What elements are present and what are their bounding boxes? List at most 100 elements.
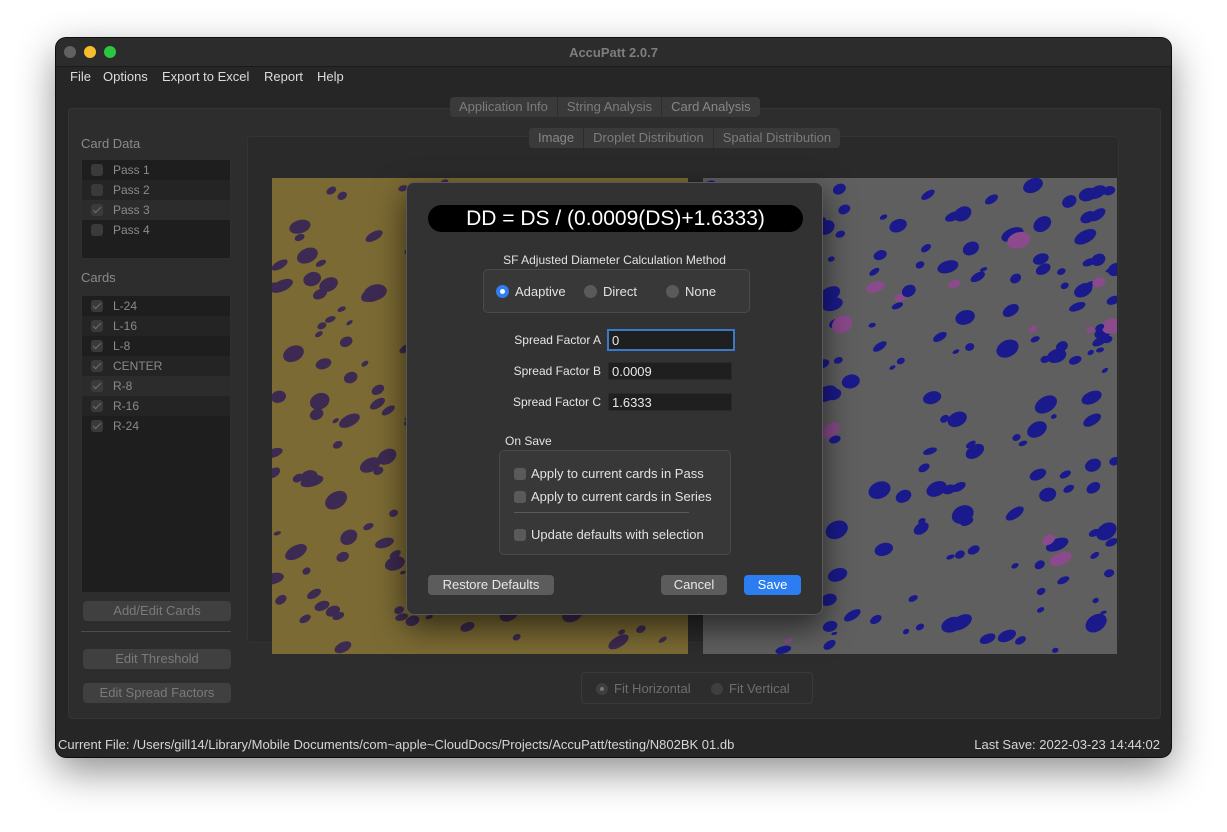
droplet (309, 392, 330, 410)
droplet (1052, 647, 1059, 653)
droplet (1050, 414, 1057, 419)
droplet (833, 357, 843, 364)
apply-pass-checkbox[interactable] (514, 467, 526, 480)
droplet (343, 371, 358, 384)
edit-threshold-button[interactable]: Edit Threshold (83, 649, 231, 669)
droplet (955, 309, 975, 325)
droplet (389, 509, 399, 518)
fit-horizontal-radio[interactable] (596, 682, 608, 695)
list-item[interactable]: R-24 (82, 416, 230, 436)
spread-factor-c-input[interactable] (608, 393, 732, 411)
update-defaults-checkbox[interactable] (514, 528, 526, 541)
method-direct-option[interactable]: Direct (584, 284, 637, 299)
direct-radio[interactable] (584, 285, 597, 298)
droplet (926, 480, 947, 497)
card-checkbox[interactable] (91, 360, 103, 372)
card-checkbox[interactable] (91, 400, 103, 412)
pass-3-checkbox[interactable] (91, 204, 103, 216)
droplet (838, 204, 851, 215)
method-adaptive-option[interactable]: Adaptive (496, 284, 566, 299)
list-item[interactable]: Pass 1 (82, 160, 230, 180)
droplet (1057, 576, 1070, 585)
droplet (921, 189, 935, 200)
droplet (823, 639, 836, 650)
none-radio[interactable] (666, 285, 679, 298)
list-item[interactable]: Pass 4 (82, 220, 230, 240)
droplet (946, 554, 955, 560)
tab-card-analysis[interactable]: Card Analysis (662, 97, 759, 117)
droplet (952, 349, 960, 355)
spread-factor-b-input[interactable] (608, 362, 732, 380)
add-edit-cards-button[interactable]: Add/Edit Cards (83, 601, 231, 621)
list-item-label: L-8 (113, 339, 131, 353)
menu-report[interactable]: Report (264, 69, 303, 84)
adaptive-radio[interactable] (496, 285, 509, 298)
apply-series-checkbox[interactable] (514, 490, 526, 503)
tab-image[interactable]: Image (529, 128, 585, 148)
tab-spatial-distribution[interactable]: Spatial Distribution (714, 128, 840, 148)
tab-droplet-distribution[interactable]: Droplet Distribution (584, 128, 714, 148)
droplet (775, 645, 792, 654)
spread-factor-b-label: Spread Factor B (513, 364, 601, 378)
droplet (831, 631, 838, 636)
droplet (889, 218, 907, 233)
list-item[interactable]: L-8 (82, 336, 230, 356)
pass-1-checkbox[interactable] (91, 164, 103, 176)
tab-application-info[interactable]: Application Info (450, 97, 558, 117)
tab-string-analysis[interactable]: String Analysis (558, 97, 663, 117)
pass-2-checkbox[interactable] (91, 184, 103, 196)
droplet (460, 622, 475, 632)
droplet (658, 636, 667, 643)
list-item[interactable]: L-24 (82, 296, 230, 316)
list-item-label: L-16 (113, 319, 138, 333)
fit-options: Fit Horizontal Fit Vertical (581, 672, 813, 704)
card-checkbox[interactable] (91, 300, 103, 312)
droplet (361, 360, 369, 367)
method-none-option[interactable]: None (666, 284, 716, 299)
droplet (841, 374, 860, 389)
list-item[interactable]: R-8 (82, 376, 230, 396)
fit-vertical-option[interactable]: Fit Vertical (711, 681, 790, 696)
save-button[interactable]: Save (744, 575, 801, 595)
droplet (272, 467, 281, 479)
menu-options[interactable]: Options (103, 69, 148, 84)
list-item[interactable]: CENTER (82, 356, 230, 376)
current-file-path: Current File: /Users/gill14/Library/Mobi… (58, 737, 735, 752)
list-item[interactable]: Pass 2 (82, 180, 230, 200)
sub-tab-bar: Image Droplet Distribution Spatial Distr… (529, 128, 841, 148)
main-tab-bar: Application Info String Analysis Card An… (450, 97, 760, 117)
droplet (1059, 470, 1071, 479)
restore-defaults-button[interactable]: Restore Defaults (428, 575, 554, 595)
spread-factor-a-label: Spread Factor A (514, 333, 601, 347)
menu-export-excel[interactable]: Export to Excel (162, 69, 249, 84)
menu-help[interactable]: Help (317, 69, 344, 84)
droplet (918, 463, 930, 473)
droplet (1049, 551, 1072, 567)
spread-factor-a-input[interactable] (607, 329, 735, 351)
update-defaults-option[interactable]: Update defaults with selection (514, 527, 704, 542)
apply-series-option[interactable]: Apply to current cards in Series (514, 489, 712, 504)
droplet (272, 447, 283, 458)
pass-4-checkbox[interactable] (91, 224, 103, 236)
card-checkbox[interactable] (91, 340, 103, 352)
fit-vertical-radio[interactable] (711, 682, 723, 695)
list-item[interactable]: L-16 (82, 316, 230, 336)
cancel-button[interactable]: Cancel (661, 575, 727, 595)
droplet (889, 365, 896, 370)
droplet (844, 609, 861, 622)
edit-spread-factors-button[interactable]: Edit Spread Factors (83, 683, 231, 703)
droplet (337, 306, 346, 313)
fit-horizontal-option[interactable]: Fit Horizontal (596, 681, 691, 696)
method-radio-group: Adaptive Direct None (483, 269, 750, 313)
on-save-group: Apply to current cards in Pass Apply to … (499, 450, 731, 555)
droplet (1085, 458, 1101, 472)
list-item[interactable]: R-16 (82, 396, 230, 416)
list-item[interactable]: Pass 3 (82, 200, 230, 220)
card-checkbox[interactable] (91, 320, 103, 332)
menu-file[interactable]: File (70, 69, 91, 84)
droplet (365, 230, 383, 242)
apply-pass-option[interactable]: Apply to current cards in Pass (514, 466, 704, 481)
card-checkbox[interactable] (91, 380, 103, 392)
card-checkbox[interactable] (91, 420, 103, 432)
spread-factors-dialog: DD = DS / (0.0009(DS)+1.6333) SF Adjuste… (406, 182, 823, 615)
